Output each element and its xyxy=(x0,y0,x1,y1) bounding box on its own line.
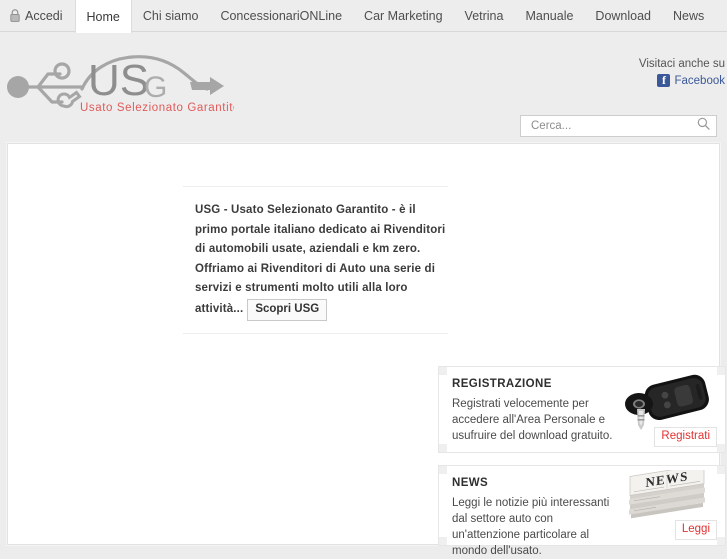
tab-car-marketing[interactable]: Car Marketing xyxy=(353,0,454,31)
tab-concessionari-online-label: ConcessionariONLine xyxy=(220,8,343,23)
tab-concessionari-online[interactable]: ConcessionariONLine xyxy=(209,0,353,31)
intro-divider-bottom xyxy=(183,332,448,334)
tab-manuale-label: Manuale xyxy=(525,8,574,23)
card-corner xyxy=(717,466,725,474)
tab-news[interactable]: News xyxy=(662,0,715,31)
scopri-usg-button[interactable]: Scopri USG xyxy=(247,298,328,321)
card-registrazione[interactable]: REGISTRAZIONE Registrati velocemente per… xyxy=(438,366,726,453)
main-content-panel: USG - Usato Selezionato Garantito - è il… xyxy=(7,143,726,557)
tab-home-label: Home xyxy=(86,9,120,24)
site-logo[interactable]: US G Usato Selezionato Garantito xyxy=(4,43,239,123)
tab-news-label: News xyxy=(673,8,705,23)
lock-icon xyxy=(10,9,20,22)
tab-manuale[interactable]: Manuale xyxy=(514,0,584,31)
intro-block: USG - Usato Selezionato Garantito - è il… xyxy=(183,186,448,334)
tab-home[interactable]: Home xyxy=(74,0,132,33)
login-label: Accedi xyxy=(25,8,63,23)
card-news-title: NEWS xyxy=(452,477,489,489)
tab-chi-siamo[interactable]: Chi siamo xyxy=(132,0,210,31)
leggi-button[interactable]: Leggi xyxy=(674,520,717,540)
search-input[interactable] xyxy=(529,119,697,133)
facebook-icon xyxy=(657,73,671,88)
card-news-body: Leggi le notizie più interessanti dal se… xyxy=(452,497,610,557)
search-box[interactable] xyxy=(520,115,717,137)
visit-label: Visitaci anche su xyxy=(638,58,725,70)
tab-chi-siamo-label: Chi siamo xyxy=(142,8,199,23)
card-corner xyxy=(717,444,725,452)
card-corner xyxy=(439,444,447,452)
nav-tab-list: Home Chi siamo ConcessionariONLine Car M… xyxy=(74,0,727,33)
card-corner xyxy=(439,466,447,474)
intro-paragraph: USG - Usato Selezionato Garantito - è il… xyxy=(183,187,448,333)
card-news[interactable]: NEWS Leggi le notizie più interessanti d… xyxy=(438,464,726,557)
registrati-button[interactable]: Registrati xyxy=(654,427,717,447)
card-corner xyxy=(717,537,725,545)
tab-vetrina[interactable]: Vetrina xyxy=(454,0,515,31)
facebook-link[interactable]: Facebook xyxy=(639,73,725,88)
tab-vetrina-label: Vetrina xyxy=(464,8,504,23)
card-registrazione-body: Registrati velocemente per accedere all'… xyxy=(452,398,613,442)
social-visit-block: Visitaci anche su Facebook xyxy=(638,58,725,88)
card-registrazione-title: REGISTRAZIONE xyxy=(452,378,552,390)
search-icon[interactable] xyxy=(697,117,710,135)
svg-text:Usato Selezionato Garantito: Usato Selezionato Garantito xyxy=(80,102,234,114)
facebook-label: Facebook xyxy=(674,74,725,87)
login-link[interactable]: Accedi xyxy=(0,0,75,31)
top-navigation-bar: Accedi Home Chi siamo ConcessionariONLin… xyxy=(0,0,727,33)
svg-text:US: US xyxy=(88,56,149,105)
tab-car-marketing-label: Car Marketing xyxy=(364,8,443,23)
card-corner xyxy=(717,367,725,375)
svg-text:G: G xyxy=(144,71,167,104)
tab-download[interactable]: Download xyxy=(584,0,662,31)
card-corner xyxy=(439,537,447,545)
tab-partner[interactable]: Partner xyxy=(715,0,727,31)
tab-download-label: Download xyxy=(595,8,652,23)
card-corner xyxy=(439,367,447,375)
